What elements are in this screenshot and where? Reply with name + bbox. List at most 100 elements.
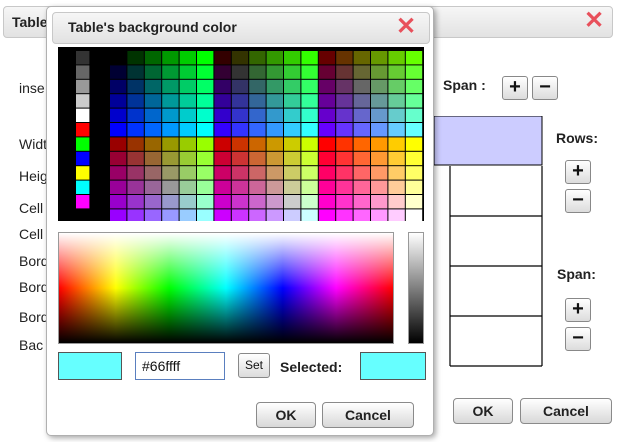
color-spectrum[interactable] bbox=[58, 232, 394, 344]
palette-side-swatch[interactable] bbox=[76, 195, 90, 209]
palette-swatch[interactable] bbox=[214, 209, 231, 221]
palette-swatch[interactable] bbox=[301, 180, 318, 194]
palette-swatch[interactable] bbox=[284, 151, 301, 166]
palette-swatch[interactable] bbox=[405, 195, 423, 209]
table-preview-selected-cell[interactable] bbox=[434, 116, 543, 166]
palette-swatch[interactable] bbox=[197, 180, 214, 194]
palette-swatch[interactable] bbox=[179, 180, 196, 194]
palette-swatch[interactable] bbox=[336, 151, 353, 166]
table-ok-button[interactable]: OK bbox=[453, 398, 513, 424]
palette-swatch[interactable] bbox=[162, 51, 179, 65]
set-color-button[interactable]: Set bbox=[238, 353, 270, 378]
palette-swatch[interactable] bbox=[284, 137, 301, 151]
palette-swatch[interactable] bbox=[284, 79, 301, 94]
palette-swatch[interactable] bbox=[197, 166, 214, 180]
palette-swatch[interactable] bbox=[266, 195, 283, 209]
palette-swatch[interactable] bbox=[284, 180, 301, 194]
palette-swatch[interactable] bbox=[371, 94, 388, 108]
palette-side-swatch[interactable] bbox=[76, 123, 90, 137]
palette-swatch[interactable] bbox=[197, 123, 214, 137]
palette-swatch[interactable] bbox=[144, 94, 162, 108]
palette-swatch[interactable] bbox=[214, 65, 231, 79]
palette-swatch[interactable] bbox=[162, 180, 179, 194]
palette-swatch[interactable] bbox=[144, 79, 162, 94]
color-picker-close-icon[interactable]: ✕ bbox=[394, 15, 418, 39]
palette-swatch[interactable] bbox=[371, 137, 388, 151]
palette-swatch[interactable] bbox=[162, 79, 179, 94]
palette-swatch[interactable] bbox=[318, 180, 336, 194]
palette-swatch[interactable] bbox=[336, 65, 353, 79]
palette-swatch[interactable] bbox=[249, 51, 266, 65]
palette-swatch[interactable] bbox=[318, 209, 336, 221]
palette-swatch[interactable] bbox=[231, 151, 249, 166]
palette-side-swatch[interactable] bbox=[76, 94, 90, 108]
palette-swatch[interactable] bbox=[405, 151, 423, 166]
palette-swatch[interactable] bbox=[214, 137, 231, 151]
palette-swatch[interactable] bbox=[197, 79, 214, 94]
palette-swatch[interactable] bbox=[301, 151, 318, 166]
palette-swatch[interactable] bbox=[231, 123, 249, 137]
palette-swatch[interactable] bbox=[318, 65, 336, 79]
palette-swatch[interactable] bbox=[162, 166, 179, 180]
color-cancel-button[interactable]: Cancel bbox=[322, 402, 414, 428]
palette-swatch[interactable] bbox=[231, 51, 249, 65]
palette-swatch[interactable] bbox=[214, 108, 231, 122]
palette-swatch[interactable] bbox=[284, 123, 301, 137]
palette-swatch[interactable] bbox=[162, 123, 179, 137]
palette-side-swatch[interactable] bbox=[76, 137, 90, 151]
palette-swatch[interactable] bbox=[353, 79, 370, 94]
palette-swatch[interactable] bbox=[353, 51, 370, 65]
palette-swatch[interactable] bbox=[388, 151, 405, 166]
palette-swatch[interactable] bbox=[162, 137, 179, 151]
palette-swatch[interactable] bbox=[266, 79, 283, 94]
palette-swatch[interactable] bbox=[144, 108, 162, 122]
palette-swatch[interactable] bbox=[371, 166, 388, 180]
palette-swatch[interactable] bbox=[301, 195, 318, 209]
palette-swatch[interactable] bbox=[197, 51, 214, 65]
palette-swatch[interactable] bbox=[179, 209, 196, 221]
palette-swatch[interactable] bbox=[371, 123, 388, 137]
palette-swatch[interactable] bbox=[214, 166, 231, 180]
palette-swatch[interactable] bbox=[301, 79, 318, 94]
palette-swatch[interactable] bbox=[214, 94, 231, 108]
palette-swatch[interactable] bbox=[127, 180, 144, 194]
table-dialog-close-icon[interactable]: ✕ bbox=[582, 9, 606, 33]
palette-side-swatch[interactable] bbox=[76, 209, 90, 221]
palette-swatch[interactable] bbox=[388, 166, 405, 180]
palette-swatch[interactable] bbox=[336, 137, 353, 151]
palette-swatch[interactable] bbox=[249, 65, 266, 79]
color-ok-button[interactable]: OK bbox=[256, 402, 316, 428]
palette-swatch[interactable] bbox=[301, 94, 318, 108]
palette-swatch[interactable] bbox=[110, 123, 127, 137]
palette-swatch[interactable] bbox=[162, 108, 179, 122]
palette-swatch[interactable] bbox=[371, 79, 388, 94]
palette-swatch[interactable] bbox=[110, 79, 127, 94]
palette-swatch[interactable] bbox=[231, 166, 249, 180]
rows-plus-button[interactable]: + bbox=[565, 160, 591, 184]
palette-swatch[interactable] bbox=[127, 108, 144, 122]
palette-swatch[interactable] bbox=[371, 151, 388, 166]
palette-swatch[interactable] bbox=[197, 195, 214, 209]
palette-side-swatch[interactable] bbox=[76, 180, 90, 194]
palette-swatch[interactable] bbox=[405, 94, 423, 108]
span-plus-button[interactable]: + bbox=[502, 76, 528, 100]
hex-color-input[interactable] bbox=[135, 352, 225, 380]
rows-minus-button[interactable]: − bbox=[565, 189, 591, 213]
palette-swatch[interactable] bbox=[249, 79, 266, 94]
palette-swatch[interactable] bbox=[179, 123, 196, 137]
palette-swatch[interactable] bbox=[249, 137, 266, 151]
palette-swatch[interactable] bbox=[197, 94, 214, 108]
col-span-minus-button[interactable]: − bbox=[565, 327, 591, 351]
palette-swatch[interactable] bbox=[301, 137, 318, 151]
palette-swatch[interactable] bbox=[336, 166, 353, 180]
palette-swatch[interactable] bbox=[214, 51, 231, 65]
palette-swatch[interactable] bbox=[266, 108, 283, 122]
palette-swatch[interactable] bbox=[371, 209, 388, 221]
palette-swatch[interactable] bbox=[353, 195, 370, 209]
palette-swatch[interactable] bbox=[388, 209, 405, 221]
palette-swatch[interactable] bbox=[371, 51, 388, 65]
palette-swatch[interactable] bbox=[231, 94, 249, 108]
palette-swatch[interactable] bbox=[144, 195, 162, 209]
palette-swatch[interactable] bbox=[388, 51, 405, 65]
palette-swatch[interactable] bbox=[284, 51, 301, 65]
